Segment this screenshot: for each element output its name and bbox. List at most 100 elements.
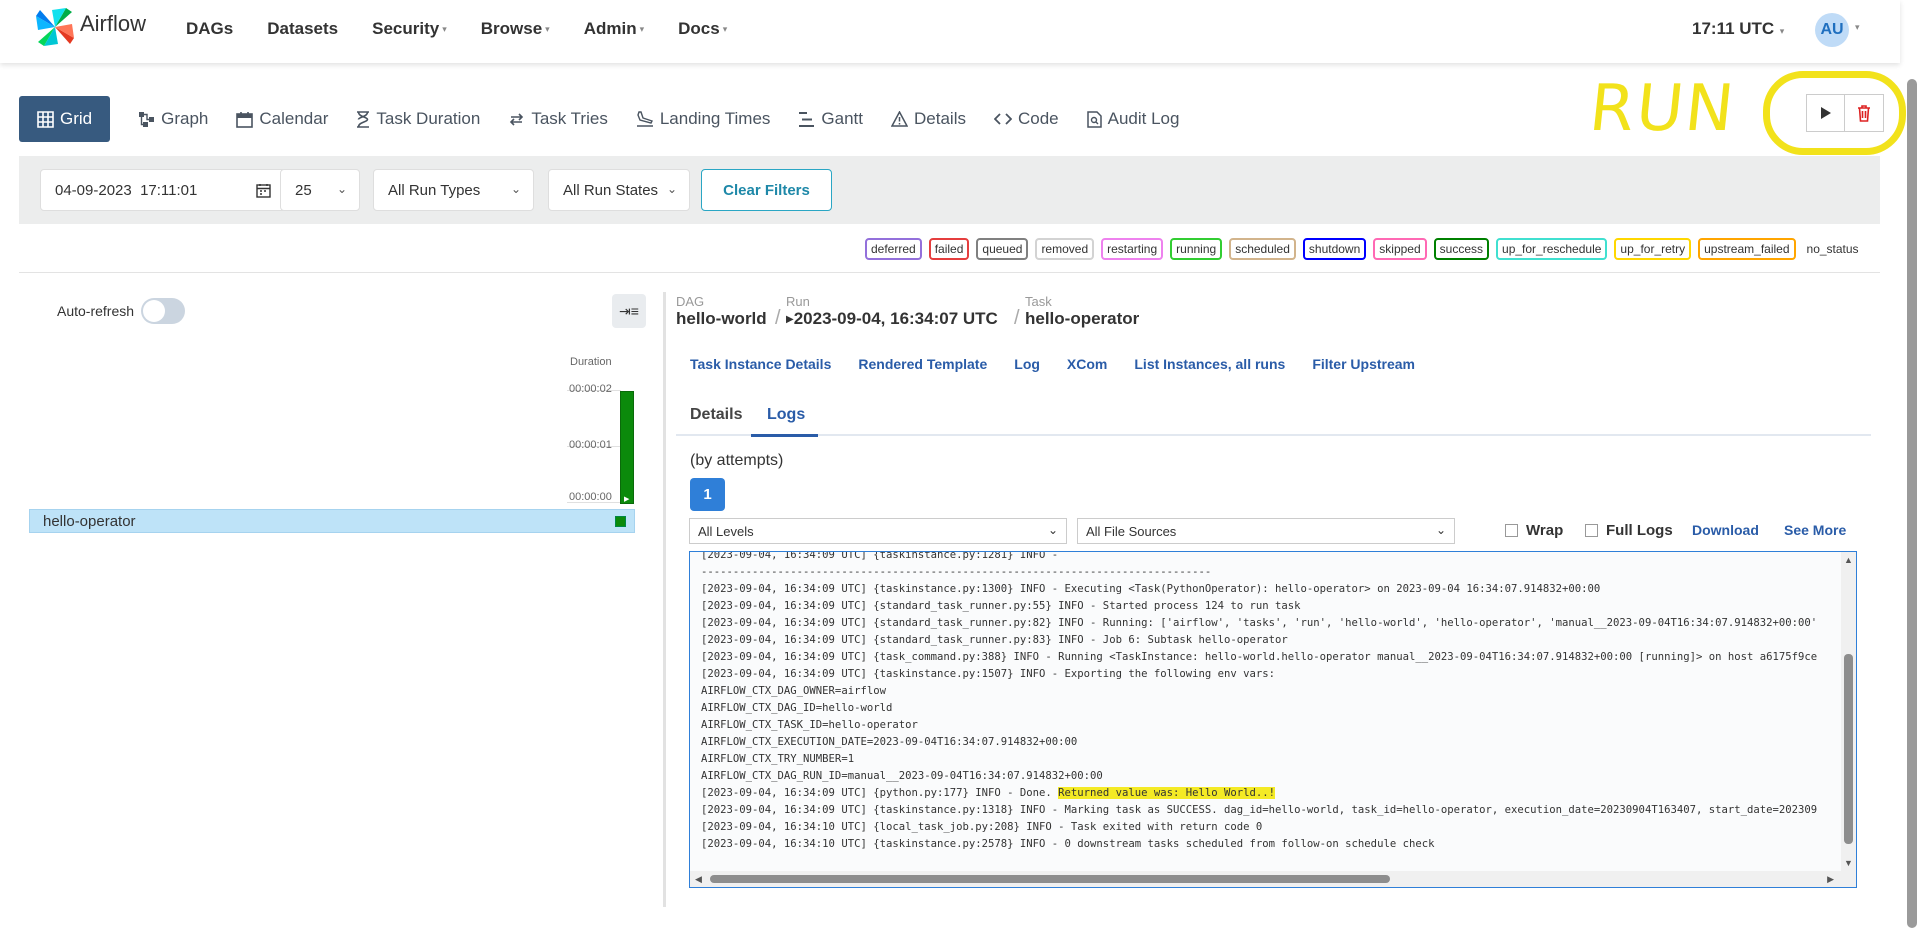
warning-icon bbox=[891, 111, 909, 127]
base-date-value: 04-09-2023 17:11:01 bbox=[55, 181, 198, 199]
breadcrumb-task[interactable]: Task hello-operator bbox=[1025, 294, 1139, 329]
task-tab-xcom[interactable]: XCom bbox=[1067, 356, 1107, 372]
log-viewer[interactable]: [2023-09-04, 16:34:09 UTC] {taskinstance… bbox=[689, 551, 1857, 888]
task-tab-log[interactable]: Log bbox=[1014, 356, 1040, 372]
task-tab-task-instance-details[interactable]: Task Instance Details bbox=[690, 356, 831, 372]
tab-label: Landing Times bbox=[659, 109, 771, 128]
file-source-select[interactable]: All File Sources ⌄ bbox=[1077, 518, 1455, 544]
run-annotation: RUN bbox=[1586, 72, 1740, 146]
num-runs-select[interactable]: 25 ⌄ bbox=[280, 169, 360, 211]
tab-label: Grid bbox=[60, 109, 93, 128]
trigger-dag-button[interactable] bbox=[1806, 94, 1845, 132]
full-logs-checkbox[interactable]: Full Logs bbox=[1585, 522, 1673, 539]
legend-upstream-failed[interactable]: upstream_failed bbox=[1698, 238, 1796, 260]
clear-filters-button[interactable]: Clear Filters bbox=[701, 169, 832, 211]
log-line: AIRFLOW_CTX_TASK_ID=hello-operator bbox=[701, 719, 918, 731]
page-scrollbar[interactable] bbox=[1906, 73, 1918, 928]
full-logs-label: Full Logs bbox=[1606, 522, 1673, 539]
legend-removed[interactable]: removed bbox=[1035, 238, 1095, 260]
breadcrumb-value: hello-operator bbox=[1025, 309, 1140, 328]
legend-skipped[interactable]: skipped bbox=[1373, 238, 1427, 260]
attempt-1-button[interactable]: 1 bbox=[690, 478, 725, 511]
breadcrumb-separator: / bbox=[1014, 307, 1020, 329]
scroll-down-icon[interactable]: ▼ bbox=[1844, 858, 1853, 868]
auto-refresh-toggle[interactable] bbox=[141, 298, 185, 324]
play-icon: ▶ bbox=[624, 496, 630, 503]
play-icon: ▶ bbox=[786, 314, 794, 325]
tab-task-tries[interactable]: Task Tries bbox=[494, 96, 622, 142]
collapse-details-button[interactable]: ⇥≡ bbox=[612, 294, 646, 328]
tab-task-duration[interactable]: Task Duration bbox=[342, 96, 494, 142]
tab-grid[interactable]: Grid bbox=[19, 96, 111, 142]
chevron-down-icon: ⌄ bbox=[1047, 523, 1058, 537]
run-type-select[interactable]: All Run Types ⌄ bbox=[373, 169, 534, 211]
log-level-select[interactable]: All Levels ⌄ bbox=[689, 518, 1067, 544]
top-navbar: Airflow DAGs Datasets Security ▾ Browse ▾ Admi… bbox=[0, 0, 1900, 63]
legend-shutdown[interactable]: shutdown bbox=[1302, 238, 1367, 260]
scroll-up-icon[interactable]: ▲ bbox=[1844, 555, 1853, 565]
legend-success[interactable]: success bbox=[1433, 238, 1490, 260]
nav-dags[interactable]: DAGs bbox=[186, 19, 233, 39]
nav-admin[interactable]: Admin ▾ bbox=[584, 19, 644, 39]
checkbox-box[interactable] bbox=[1585, 524, 1598, 537]
task-tab-filter-upstream[interactable]: Filter Upstream bbox=[1312, 356, 1415, 372]
legend-restarting[interactable]: restarting bbox=[1101, 238, 1164, 260]
breadcrumb-dag[interactable]: DAG hello-world bbox=[676, 294, 767, 329]
breadcrumb-run[interactable]: Run ▶2023-09-04, 16:34:07 UTC bbox=[786, 294, 998, 329]
tab-gantt[interactable]: Gantt bbox=[784, 96, 877, 142]
scroll-right-icon[interactable]: ▶ bbox=[1827, 874, 1834, 885]
nav-datasets[interactable]: Datasets bbox=[267, 19, 338, 39]
tab-code[interactable]: Code bbox=[980, 96, 1073, 142]
delete-dag-button[interactable] bbox=[1845, 94, 1884, 132]
download-link[interactable]: Download bbox=[1692, 522, 1759, 538]
task-row[interactable]: hello-operator bbox=[29, 509, 635, 533]
dag-run-duration-bar[interactable]: ▶ bbox=[620, 391, 634, 504]
legend-up-for-retry[interactable]: up_for_retry bbox=[1614, 238, 1692, 260]
scroll-thumb[interactable] bbox=[1907, 79, 1917, 928]
trash-icon bbox=[1858, 104, 1870, 122]
task-tab-rendered-template[interactable]: Rendered Template bbox=[858, 356, 987, 372]
divider bbox=[19, 272, 1880, 273]
tab-audit-log[interactable]: Audit Log bbox=[1073, 96, 1194, 142]
utc-clock[interactable]: 17:11 UTC ▾ bbox=[1692, 19, 1784, 39]
nav-security[interactable]: Security ▾ bbox=[372, 19, 447, 39]
hourglass-icon bbox=[356, 110, 370, 128]
scroll-thumb[interactable] bbox=[1844, 654, 1853, 844]
code-icon bbox=[993, 112, 1012, 126]
legend-scheduled[interactable]: scheduled bbox=[1229, 238, 1296, 260]
panel-divider[interactable] bbox=[663, 292, 666, 907]
run-state-select[interactable]: All Run States ⌄ bbox=[548, 169, 690, 211]
nav-browse[interactable]: Browse ▾ bbox=[481, 19, 550, 39]
dag-action-buttons bbox=[1806, 94, 1884, 132]
tab-graph[interactable]: Graph bbox=[124, 96, 222, 142]
tab-label: Task Duration bbox=[376, 109, 481, 128]
tab-details[interactable]: Details bbox=[690, 406, 742, 424]
legend-failed[interactable]: failed bbox=[928, 238, 970, 260]
nav-docs[interactable]: Docs ▾ bbox=[678, 19, 727, 39]
legend-up-for-reschedule[interactable]: up_for_reschedule bbox=[1496, 238, 1608, 260]
tab-calendar[interactable]: Calendar bbox=[222, 96, 342, 142]
log-line: [2023-09-04, 16:34:09 UTC] {python.py:17… bbox=[701, 785, 1841, 802]
task-instance-square[interactable] bbox=[615, 516, 626, 527]
log-horizontal-scrollbar[interactable]: ◀ ▶ bbox=[690, 871, 1856, 887]
see-more-link[interactable]: See More bbox=[1784, 522, 1846, 538]
calendar-icon[interactable] bbox=[256, 183, 271, 198]
legend-no-status[interactable]: no_status bbox=[1807, 242, 1859, 256]
legend-deferred[interactable]: deferred bbox=[865, 238, 922, 260]
tab-landing-times[interactable]: Landing Times bbox=[622, 96, 785, 142]
user-avatar[interactable]: AU bbox=[1815, 13, 1849, 47]
legend-queued[interactable]: queued bbox=[976, 238, 1029, 260]
nav-label: Browse bbox=[480, 19, 543, 38]
scroll-thumb[interactable] bbox=[710, 875, 1390, 883]
wrap-checkbox[interactable]: Wrap bbox=[1505, 522, 1563, 539]
legend-running[interactable]: running bbox=[1170, 238, 1223, 260]
chevron-down-icon[interactable]: ▾ bbox=[1855, 22, 1860, 33]
scroll-left-icon[interactable]: ◀ bbox=[695, 874, 702, 885]
base-date-input[interactable]: 04-09-2023 17:11:01 bbox=[40, 169, 286, 211]
log-vertical-scrollbar[interactable]: ▲ ▼ bbox=[1841, 552, 1856, 872]
checkbox-box[interactable] bbox=[1505, 524, 1518, 537]
tab-details[interactable]: Details bbox=[877, 96, 980, 142]
airflow-logo[interactable]: Airflow bbox=[34, 6, 146, 48]
task-tab-list-instances-all-runs[interactable]: List Instances, all runs bbox=[1134, 356, 1285, 372]
tab-logs[interactable]: Logs bbox=[767, 406, 805, 424]
